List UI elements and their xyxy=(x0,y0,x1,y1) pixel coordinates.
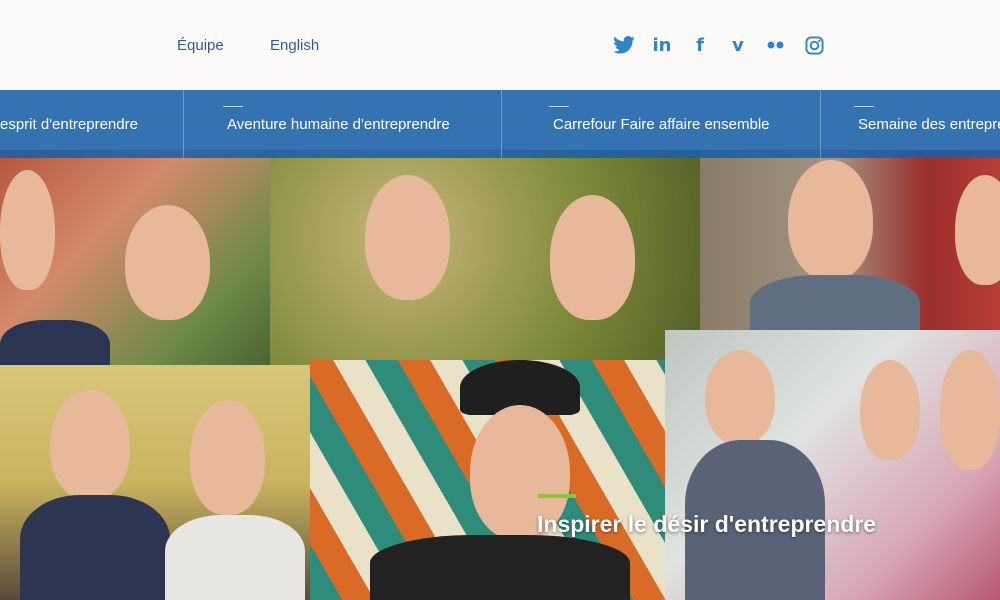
photo-tile-two-women xyxy=(270,150,710,365)
vimeo-icon[interactable]: v xyxy=(726,34,750,56)
nav-item-label: Carrefour Faire affaire ensemble xyxy=(553,115,770,133)
nav-divider xyxy=(820,90,821,158)
nav-accent-line xyxy=(854,106,874,107)
nav-item-label: Semaine des entrepre xyxy=(858,115,1000,133)
person-figure xyxy=(365,175,450,300)
person-figure xyxy=(190,400,265,515)
person-figure xyxy=(705,350,775,445)
nav-accent-line xyxy=(223,106,243,107)
photo-tile-teens xyxy=(0,365,330,600)
photo-tile-family xyxy=(0,150,290,380)
person-figure xyxy=(788,160,873,280)
main-nav: esprit d'entreprendre Aventure humaine d… xyxy=(0,90,1000,158)
nav-item-label: Aventure humaine d'entreprendre xyxy=(227,115,450,133)
clothing-shape xyxy=(20,495,170,600)
facebook-icon[interactable]: f xyxy=(688,34,712,56)
twitter-icon[interactable] xyxy=(612,34,636,56)
clothing-shape xyxy=(165,515,305,600)
nav-item-carrefour[interactable]: Carrefour Faire affaire ensemble xyxy=(549,90,770,158)
photo-tile-couple xyxy=(700,150,1000,340)
person-figure xyxy=(550,195,635,320)
hero-caption: Inspirer le désir d'entreprendre xyxy=(537,511,877,537)
person-figure xyxy=(0,170,55,290)
linkedin-icon[interactable]: in xyxy=(650,34,674,56)
clothing-shape xyxy=(370,535,630,600)
english-language-link[interactable]: English xyxy=(270,37,319,54)
person-figure xyxy=(50,390,130,500)
nav-item-aventure-humaine[interactable]: Aventure humaine d'entreprendre xyxy=(223,90,450,158)
person-figure xyxy=(860,360,920,460)
nav-divider xyxy=(183,90,184,158)
social-links: in f v xyxy=(612,34,826,56)
nav-accent-line xyxy=(549,106,569,107)
nav-item-label: esprit d'entreprendre xyxy=(0,115,138,133)
nav-item-esprit-entreprendre[interactable]: esprit d'entreprendre xyxy=(0,90,138,158)
person-figure xyxy=(955,175,1000,285)
top-header: Équipe English in f v xyxy=(0,0,1000,90)
person-figure xyxy=(940,350,1000,470)
instagram-icon[interactable] xyxy=(802,34,826,56)
flickr-icon[interactable] xyxy=(764,34,788,56)
caption-accent-bar xyxy=(538,494,576,498)
photo-tile-children xyxy=(665,330,1000,600)
team-link[interactable]: Équipe xyxy=(177,37,224,54)
photo-tile-artist xyxy=(310,360,670,600)
nav-divider xyxy=(501,90,502,158)
nav-item-semaine[interactable]: Semaine des entrepre xyxy=(854,90,1000,158)
person-figure xyxy=(125,205,210,320)
